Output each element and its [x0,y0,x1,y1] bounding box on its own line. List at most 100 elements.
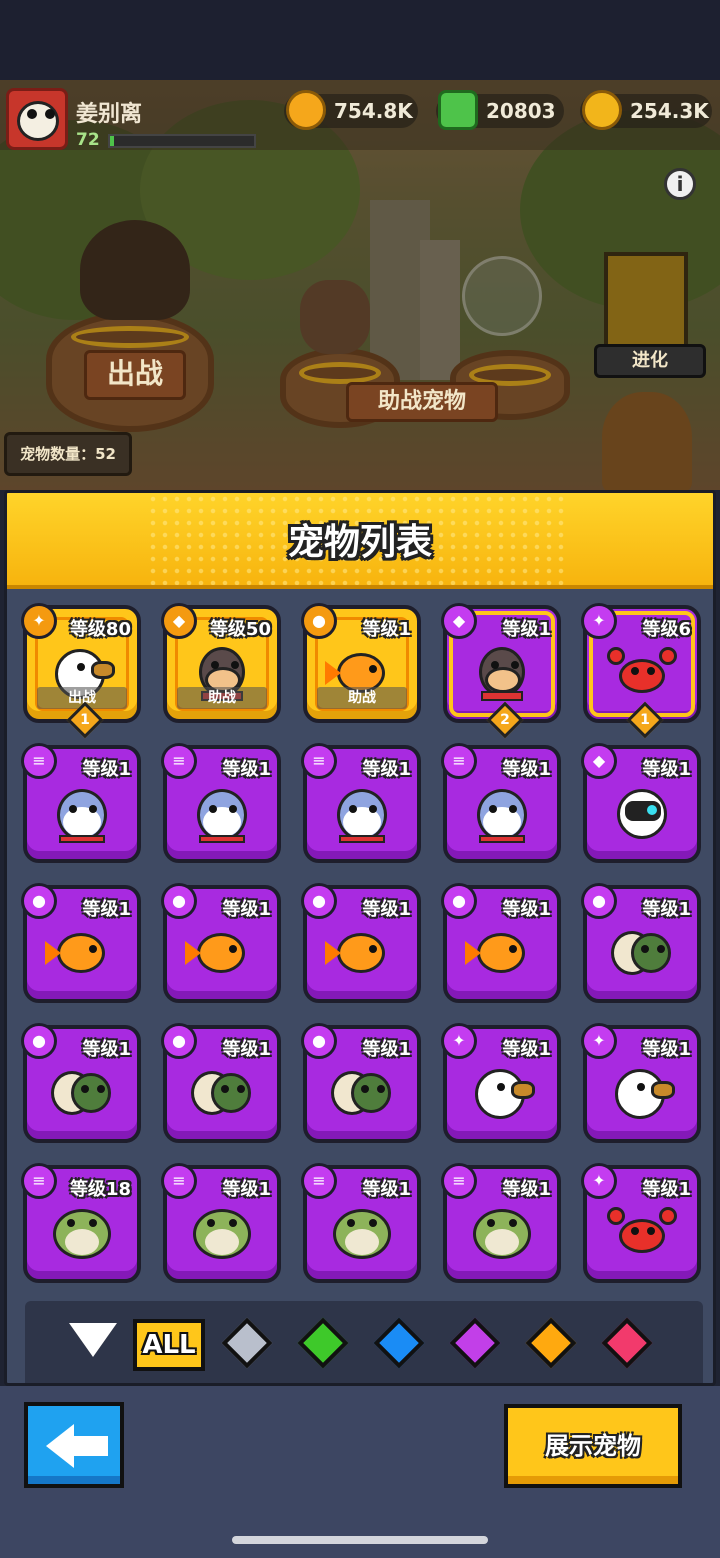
pet-card[interactable]: ✦ 等级80 出战 1 [21,603,141,739]
element-bird-icon: ✦ [581,1163,617,1199]
element-stack-icon: ≡ [301,743,337,779]
element-stack-icon: ≡ [161,743,197,779]
cat-pet-icon [327,781,397,845]
pet-card[interactable]: ✦ 等级1 [581,1163,701,1283]
pet-level: 等级80 [69,619,131,640]
pet-card[interactable]: ≡ 等级18 [21,1163,141,1283]
pet-card[interactable]: ≡ 等级1 [301,1163,421,1283]
pet-level: 等级1 [82,899,131,920]
back-arrow-icon [46,1424,74,1468]
pet-level: 等级50 [209,619,271,640]
player-name: 姜别离 [76,102,143,127]
status-bar [0,0,720,80]
filter-bar: ALL [25,1301,703,1383]
element-turtle-icon: ● [21,883,57,919]
pet-card[interactable]: ● 等级1 [161,883,281,1003]
pet-level: 等级1 [642,899,691,920]
orange-gem-filter-icon[interactable] [525,1317,577,1369]
pet-card[interactable]: ◆ 等级1 2 [441,603,561,739]
element-dog-icon: ◆ [581,743,617,779]
element-turtle-icon: ● [301,603,337,639]
pet-card[interactable]: ≡ 等级1 [161,743,281,863]
pet-count: 宠物数量：52 [4,432,132,476]
pet-grid: ✦ 等级80 出战 1 ◆ 等级50 助战 ● 等级1 助战 ◆ 等级1 2 ✦ 等级6 1 ≡ 等级1 ≡ 等级1 ≡… [21,603,703,1295]
pet-level: 等级1 [362,899,411,920]
info-button[interactable]: i [664,168,696,200]
element-turtle-icon: ● [301,883,337,919]
gold-counter[interactable]: 254.3K [580,90,712,130]
star-rank-badge: 2 [486,701,524,739]
triangle-down-icon[interactable] [69,1323,117,1357]
pet-card[interactable]: ≡ 等级1 [441,1163,561,1283]
pet-level: 等级1 [502,1039,551,1060]
pet-card[interactable]: ≡ 等级1 [441,743,561,863]
pet-card[interactable]: ● 等级1 [21,1023,141,1143]
eagle-pet-icon [467,1061,537,1125]
element-bird-icon: ✦ [581,1023,617,1059]
element-turtle-icon: ● [161,1023,197,1059]
element-turtle-icon: ● [21,1023,57,1059]
pet-level: 等级1 [362,759,411,780]
element-stack-icon: ≡ [161,1163,197,1199]
pet-card[interactable]: ● 等级1 [301,883,421,1003]
purple-gem-filter-icon[interactable] [449,1317,501,1369]
pet-level: 等级1 [362,619,411,640]
pet-level: 等级1 [642,1039,691,1060]
green-gem-filter-icon[interactable] [297,1317,349,1369]
pet-level: 等级1 [82,759,131,780]
pet-card[interactable]: ✦ 等级1 [581,1023,701,1143]
element-turtle-icon: ● [441,883,477,919]
goldfish-pet-icon [325,921,397,985]
player-avatar[interactable] [6,88,68,150]
gold-plus-icon [582,90,622,130]
element-bird-icon: ✦ [21,603,57,639]
pet-card[interactable]: ◆ 等级50 助战 [161,603,281,723]
pet-card[interactable]: ● 等级1 [301,1023,421,1143]
goldfish-pet-icon [45,921,117,985]
gray-gem-filter-icon[interactable] [221,1317,273,1369]
deploy-label[interactable]: 出战 [84,350,186,400]
element-turtle-icon: ● [161,883,197,919]
red-gem-filter-icon[interactable] [601,1317,653,1369]
pet-level: 等级1 [222,759,271,780]
pet-card[interactable]: ● 等级1 [581,883,701,1003]
star-rank-value: 1 [640,712,650,728]
back-button[interactable] [24,1402,124,1488]
pet-card[interactable]: ✦ 等级6 1 [581,603,701,739]
pet-card[interactable]: ● 等级1 [441,883,561,1003]
element-turtle-icon: ● [581,883,617,919]
pet-card[interactable]: ● 等级1 [21,883,141,1003]
pet-card[interactable]: ✦ 等级1 [441,1023,561,1143]
evolve-label[interactable]: 进化 [594,344,706,378]
coin-counter[interactable]: 754.8K [284,90,418,130]
pet-card[interactable]: ● 等级1 助战 [301,603,421,723]
cat-pet-icon [187,781,257,845]
dog-pet-icon [467,641,537,705]
pet-role-label: 助战 [177,687,267,709]
panel-header: 宠物列表 [7,493,713,589]
element-stack-icon: ≡ [21,1163,57,1199]
pet-card[interactable]: ≡ 等级1 [301,743,421,863]
home-indicator[interactable] [232,1536,488,1544]
coin-value: 754.8K [334,99,413,123]
show-pet-button[interactable]: 展示宠物 [504,1404,682,1488]
element-bird-icon: ✦ [441,1023,477,1059]
pet-card[interactable]: ◆ 等级1 [581,743,701,863]
pet-level: 等级1 [502,759,551,780]
pet-card[interactable]: ≡ 等级1 [21,743,141,863]
green-gem-plus-icon [438,90,478,130]
gem-value: 20803 [486,99,556,123]
crab-pet-icon [607,641,677,705]
pet-card[interactable]: ≡ 等级1 [161,1163,281,1283]
frog-pet-icon [47,1201,117,1265]
element-stack-icon: ≡ [21,743,57,779]
gold-value: 254.3K [630,99,709,123]
blue-gem-filter-icon[interactable] [373,1317,425,1369]
pet-card[interactable]: ● 等级1 [161,1023,281,1143]
gem-counter[interactable]: 20803 [436,90,564,130]
crab-pet-icon [607,1201,677,1265]
element-turtle-icon: ● [301,1023,337,1059]
assist-pet-label[interactable]: 助战宠物 [346,382,498,422]
filter-all-button[interactable]: ALL [133,1319,205,1371]
element-dog-icon: ◆ [161,603,197,639]
